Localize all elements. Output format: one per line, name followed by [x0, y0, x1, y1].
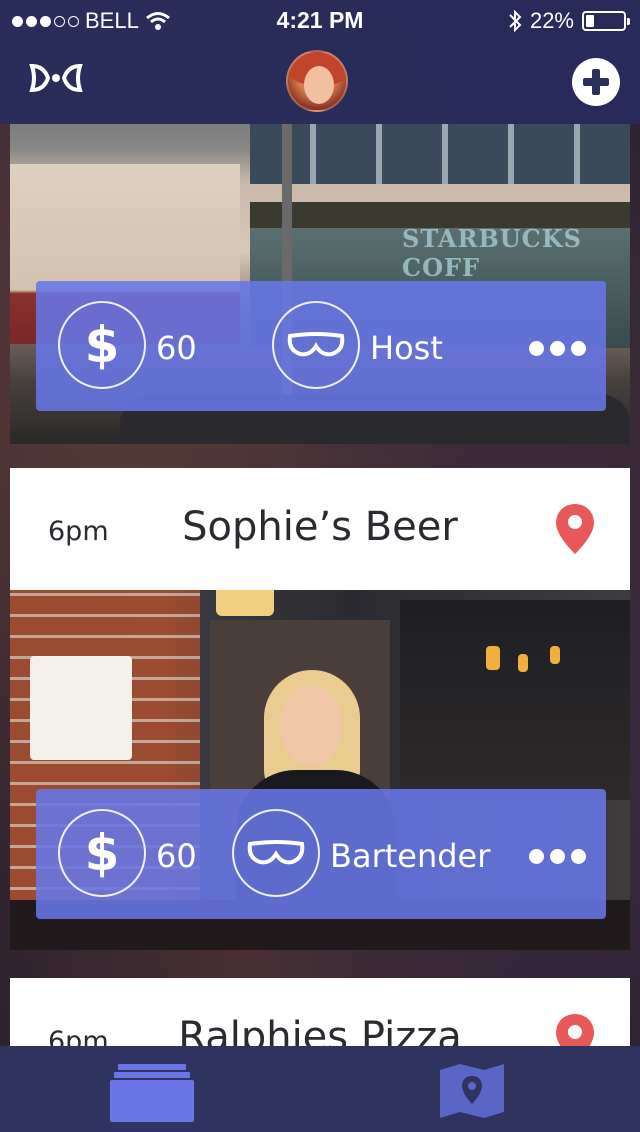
dollar-icon: $ — [58, 809, 146, 897]
event-info-bar[interactable]: $ 60 Host — [36, 281, 606, 411]
event-title-row[interactable]: 6pm Sophie’s Beer — [10, 468, 630, 590]
photo-light — [518, 654, 528, 672]
status-bar: BELL 4:21 PM 22% — [0, 0, 640, 40]
more-dots-icon[interactable] — [529, 341, 586, 356]
pay-amount: 60 — [156, 329, 197, 367]
dollar-icon: $ — [58, 301, 146, 389]
bow-tie-logo-icon[interactable] — [28, 60, 84, 96]
profile-avatar[interactable] — [286, 50, 348, 112]
location-pin-icon[interactable] — [556, 504, 594, 554]
mask-icon — [272, 301, 360, 389]
more-dots-icon[interactable] — [529, 849, 586, 864]
pay-amount: 60 — [156, 837, 197, 875]
photo-sign-text: STARBUCKS COFF — [402, 224, 582, 282]
event-info-bar[interactable]: $ 60 Bartender — [36, 789, 606, 919]
tab-bar — [0, 1046, 640, 1132]
role-label: Bartender — [330, 837, 491, 875]
venue-name: Sophie’s Beer — [182, 504, 458, 550]
bluetooth-icon — [509, 9, 522, 33]
photo-person-face — [280, 686, 342, 766]
photo-ceiling-light — [216, 590, 274, 616]
event-feed[interactable]: STARBUCKS COFF $ 60 Host 6pm Sophie’s Be… — [10, 0, 630, 1132]
photo-lamp — [30, 656, 132, 760]
photo-light — [550, 646, 560, 664]
photo-dark-panel — [400, 600, 630, 800]
stacked-cards-icon[interactable] — [110, 1064, 194, 1122]
battery-percent: 22% — [529, 8, 574, 33]
photo-light — [486, 646, 500, 670]
photo-windows — [250, 124, 630, 184]
battery-icon — [582, 11, 630, 31]
plus-circle-icon[interactable] — [572, 58, 620, 106]
map-icon[interactable] — [440, 1064, 504, 1118]
role-label: Host — [370, 329, 443, 367]
mask-icon — [232, 809, 320, 897]
